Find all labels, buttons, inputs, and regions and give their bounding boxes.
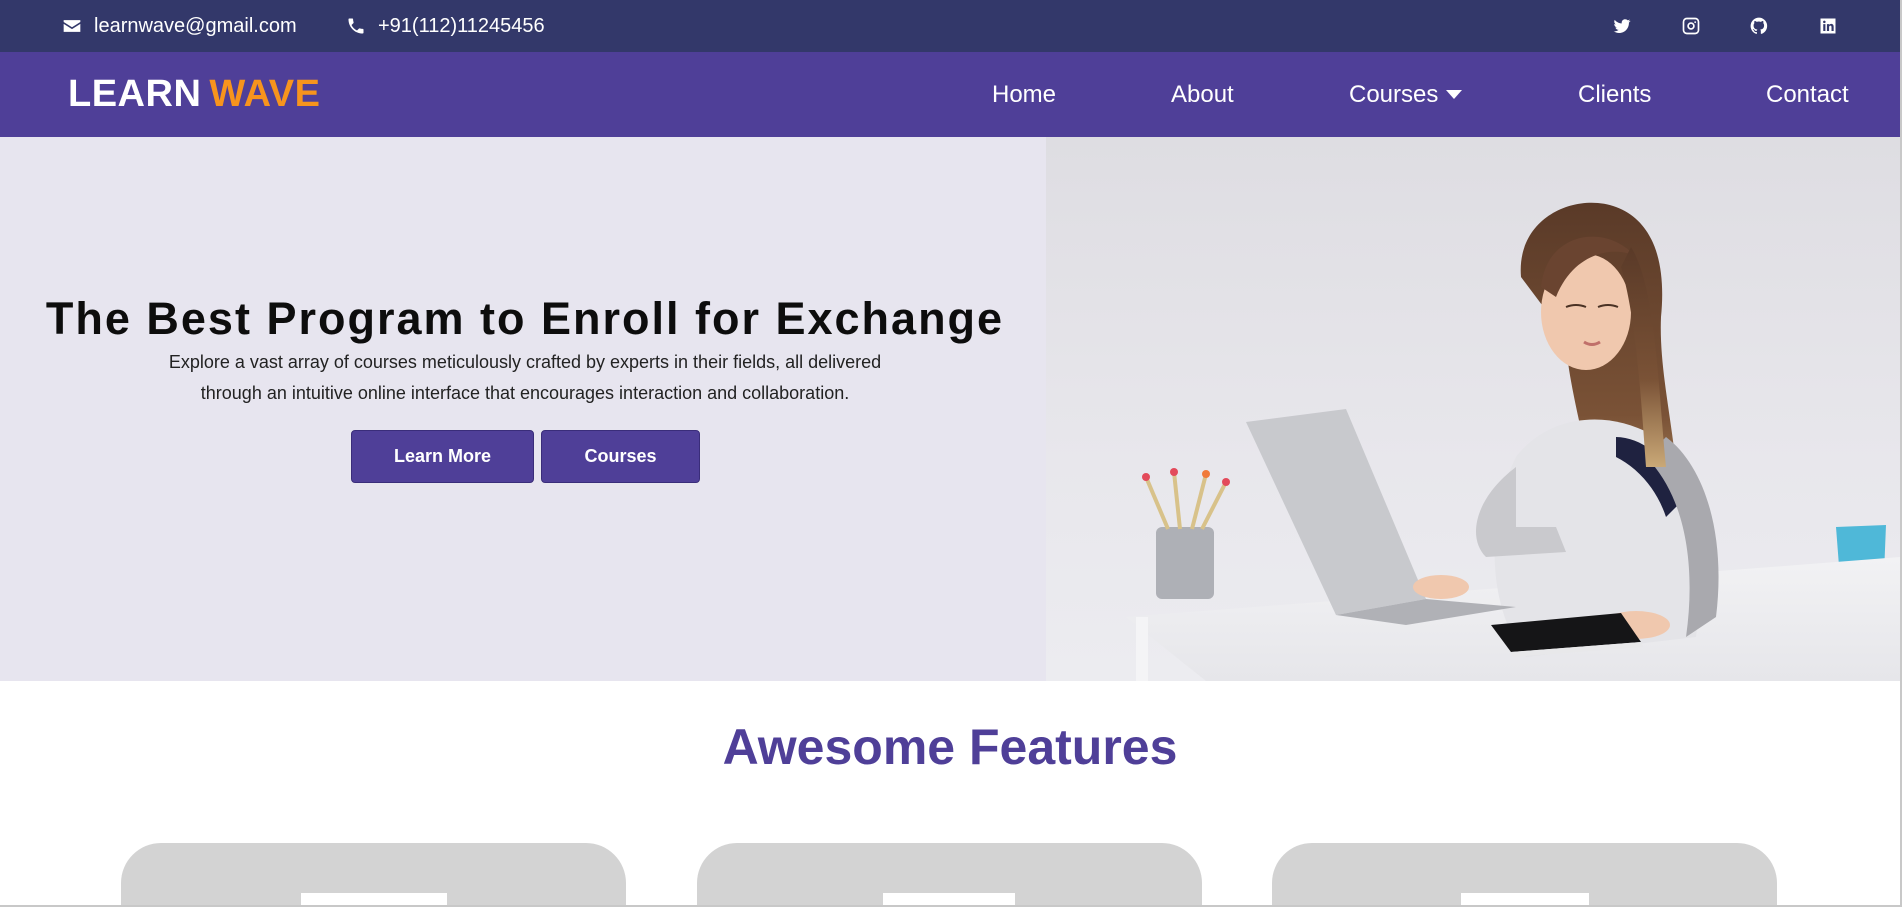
caret-down-icon [1446, 90, 1463, 99]
hero-section: The Best Program to Enroll for Exchange … [0, 137, 1900, 681]
instagram-icon [1682, 17, 1700, 35]
hero-subtitle-line-2: through an intuitive online interface th… [200, 383, 850, 403]
phone-text: +91(112)11245456 [378, 14, 545, 37]
student-at-laptop-illustration [1126, 202, 1900, 681]
envelope-icon [63, 20, 81, 32]
nav-link-contact[interactable]: Contact [1766, 52, 1849, 137]
nav-link-courses[interactable]: Courses [1349, 52, 1463, 137]
instagram-link[interactable] [1676, 0, 1706, 52]
github-icon [1750, 17, 1768, 34]
feature-card [1272, 843, 1777, 905]
hero-title: The Best Program to Enroll for Exchange [45, 293, 1005, 344]
feature-card [697, 843, 1202, 905]
phone-contact[interactable]: +91(112)11245456 [346, 0, 545, 52]
nav-link-clients[interactable]: Clients [1578, 52, 1651, 137]
github-link[interactable] [1744, 0, 1774, 52]
linkedin-link[interactable] [1813, 0, 1843, 52]
hero-image [1046, 137, 1900, 681]
hero-subtitle: Explore a vast array of courses meticulo… [150, 347, 900, 409]
twitter-icon [1613, 19, 1631, 33]
courses-button[interactable]: Courses [541, 430, 700, 483]
logo-text-wave: WAVE [209, 73, 321, 115]
nav-link-home[interactable]: Home [992, 52, 1056, 137]
feature-card [121, 843, 626, 905]
nav-link-courses-label: Courses [1349, 80, 1439, 108]
main-navbar: LEARN WAVE Home About Courses Clients Co… [0, 52, 1900, 137]
page: learnwave@gmail.com +91(112)11245456 LEA… [0, 0, 1900, 905]
phone-icon [348, 18, 364, 34]
email-contact[interactable]: learnwave@gmail.com [62, 0, 297, 52]
learn-more-button[interactable]: Learn More [351, 430, 534, 483]
hero-subtitle-line-1: Explore a vast array of courses meticulo… [168, 352, 882, 372]
feature-card-icon-box [883, 893, 1015, 905]
nav-link-about[interactable]: About [1171, 52, 1234, 137]
logo-text-learn: LEARN [68, 73, 202, 115]
twitter-link[interactable] [1607, 0, 1637, 52]
feature-card-icon-box [301, 893, 447, 905]
features-title: Awesome Features [722, 719, 1178, 775]
linkedin-icon [1820, 18, 1836, 34]
site-logo[interactable]: LEARN WAVE [68, 52, 320, 137]
top-contact-bar: learnwave@gmail.com +91(112)11245456 [0, 0, 1900, 52]
hero-content: The Best Program to Enroll for Exchange … [0, 137, 1046, 681]
feature-card-icon-box [1461, 893, 1589, 905]
email-text: learnwave@gmail.com [94, 14, 297, 37]
